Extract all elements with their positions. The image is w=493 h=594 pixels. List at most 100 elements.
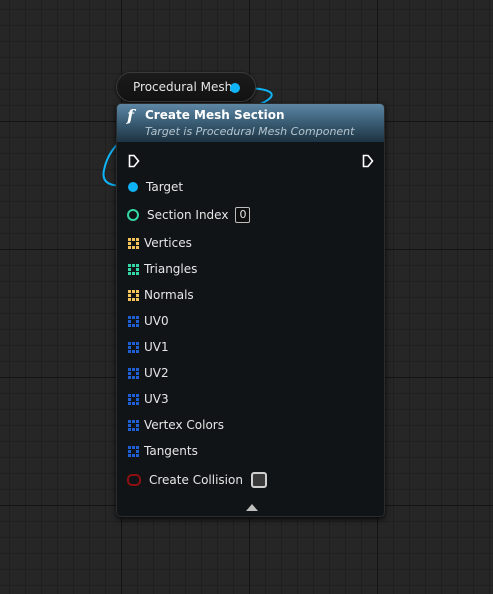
target-pin-label: Target xyxy=(146,180,184,194)
uv3-pin-label: UV3 xyxy=(144,392,169,406)
procedural-mesh-output-pin[interactable] xyxy=(230,83,240,93)
create-collision-pin-label: Create Collision xyxy=(149,473,243,487)
array-pin-cell xyxy=(136,401,139,405)
normals-pin-row[interactable]: Normals xyxy=(127,286,194,304)
array-pin-cell xyxy=(132,294,135,297)
variable-label: Procedural Mesh xyxy=(133,80,233,94)
array-pin-cell xyxy=(136,319,139,323)
array-pin-cell xyxy=(132,453,135,457)
array-pin-cell xyxy=(136,397,139,401)
tangents-pin-row[interactable]: Tangents xyxy=(127,442,198,460)
array-pin-cell xyxy=(132,424,135,427)
array-pin-cell xyxy=(136,323,139,327)
array-pin-cell xyxy=(132,419,135,423)
uv2-array-pin-icon[interactable] xyxy=(128,367,139,379)
array-pin-cell xyxy=(136,393,139,397)
uv2-pin-row[interactable]: UV2 xyxy=(127,364,169,382)
create-collision-pin-icon[interactable] xyxy=(127,474,141,486)
normals-pin-label: Normals xyxy=(144,288,194,302)
array-pin-cell xyxy=(128,345,131,349)
array-pin-cell xyxy=(132,341,135,345)
array-pin-cell xyxy=(136,315,139,319)
array-pin-cell xyxy=(128,293,131,297)
uv0-array-pin-icon[interactable] xyxy=(128,315,139,327)
array-pin-cell xyxy=(132,427,135,431)
uv1-pin-label: UV1 xyxy=(144,340,169,354)
array-pin-cell xyxy=(132,349,135,353)
array-pin-cell xyxy=(132,450,135,453)
vertex-colors-pin-label: Vertex Colors xyxy=(144,418,224,432)
exec-input-pin-icon[interactable] xyxy=(128,154,140,168)
array-pin-cell xyxy=(128,367,131,371)
array-pin-cell xyxy=(136,237,139,241)
uv3-pin-row[interactable]: UV3 xyxy=(127,390,169,408)
target-pin-icon[interactable] xyxy=(128,182,138,192)
target-pin-row[interactable]: Target xyxy=(127,178,183,196)
triangles-array-pin-icon[interactable] xyxy=(128,263,139,275)
array-pin-cell xyxy=(136,449,139,453)
array-pin-cell xyxy=(132,401,135,405)
array-pin-cell xyxy=(132,323,135,327)
array-pin-cell xyxy=(128,245,131,249)
array-pin-cell xyxy=(128,419,131,423)
array-pin-cell xyxy=(128,319,131,323)
array-pin-cell xyxy=(136,297,139,301)
procedural-mesh-variable-node[interactable]: Procedural Mesh xyxy=(116,72,256,102)
array-pin-cell xyxy=(132,245,135,249)
array-pin-cell xyxy=(132,367,135,371)
array-pin-cell xyxy=(136,293,139,297)
function-icon: f xyxy=(127,106,134,125)
vertices-array-pin-icon[interactable] xyxy=(128,237,139,249)
array-pin-cell xyxy=(128,371,131,375)
array-pin-cell xyxy=(128,393,131,397)
array-pin-cell xyxy=(128,401,131,405)
section-index-pin-icon[interactable] xyxy=(127,209,139,221)
array-pin-cell xyxy=(128,289,131,293)
vertices-pin-row[interactable]: Vertices xyxy=(127,234,192,252)
node-header[interactable]: f Create Mesh Section Target is Procedur… xyxy=(117,104,384,143)
array-pin-cell xyxy=(132,346,135,349)
uv1-array-pin-icon[interactable] xyxy=(128,341,139,353)
vertex-colors-pin-row[interactable]: Vertex Colors xyxy=(127,416,224,434)
uv3-array-pin-icon[interactable] xyxy=(128,393,139,405)
array-pin-cell xyxy=(128,297,131,301)
array-pin-cell xyxy=(136,375,139,379)
array-pin-cell xyxy=(136,341,139,345)
array-pin-cell xyxy=(136,445,139,449)
create-collision-pin-row[interactable]: Create Collision xyxy=(127,471,267,489)
uv0-pin-label: UV0 xyxy=(144,314,169,328)
array-pin-cell xyxy=(136,271,139,275)
vertex-colors-array-pin-icon[interactable] xyxy=(128,419,139,431)
uv2-pin-label: UV2 xyxy=(144,366,169,380)
array-pin-cell xyxy=(128,449,131,453)
array-pin-cell xyxy=(136,245,139,249)
array-pin-cell xyxy=(136,419,139,423)
collapse-arrow-icon[interactable] xyxy=(246,504,258,511)
tangents-array-pin-icon[interactable] xyxy=(128,445,139,457)
section-index-input[interactable]: 0 xyxy=(235,207,251,223)
normals-array-pin-icon[interactable] xyxy=(128,289,139,301)
section-index-pin-row[interactable]: Section Index 0 xyxy=(127,206,251,224)
array-pin-cell xyxy=(136,423,139,427)
create-mesh-section-node[interactable]: f Create Mesh Section Target is Procedur… xyxy=(116,103,385,517)
exec-output-pin-icon[interactable] xyxy=(362,154,374,168)
uv0-pin-row[interactable]: UV0 xyxy=(127,312,169,330)
vertices-pin-label: Vertices xyxy=(144,236,192,250)
array-pin-cell xyxy=(128,263,131,267)
array-pin-cell xyxy=(128,423,131,427)
array-pin-cell xyxy=(132,289,135,293)
create-collision-checkbox[interactable] xyxy=(250,472,267,488)
uv1-pin-row[interactable]: UV1 xyxy=(127,338,169,356)
array-pin-cell xyxy=(136,367,139,371)
array-pin-cell xyxy=(128,267,131,271)
tangents-pin-label: Tangents xyxy=(144,444,198,458)
array-pin-cell xyxy=(128,427,131,431)
array-pin-cell xyxy=(132,242,135,245)
array-pin-cell xyxy=(128,375,131,379)
array-pin-cell xyxy=(132,445,135,449)
array-pin-cell xyxy=(132,372,135,375)
array-pin-cell xyxy=(128,397,131,401)
array-pin-cell xyxy=(128,453,131,457)
array-pin-cell xyxy=(136,289,139,293)
triangles-pin-row[interactable]: Triangles xyxy=(127,260,197,278)
